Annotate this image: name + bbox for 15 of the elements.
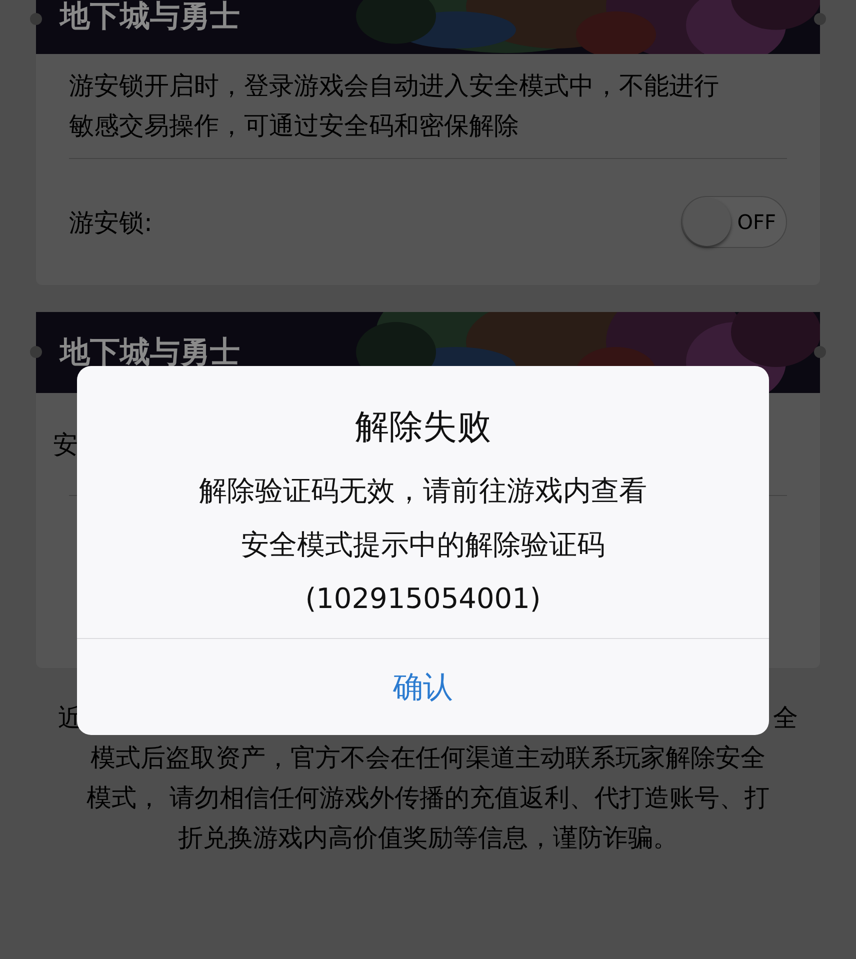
banner-notch-icon	[30, 13, 42, 25]
banner-notch-icon	[814, 346, 826, 358]
notice-text: 模式后盗取资产，官方不会在任何渠道主动联系玩家解除安全 模式， 请勿相信任何游戏外传播的充值返利、代打造账号、打 折兑换游戏内高价值奖励等信息，谨防诈骗。	[86, 742, 770, 854]
lock-toggle[interactable]: OFF	[681, 196, 787, 248]
confirm-button[interactable]: 确认	[77, 639, 769, 735]
banner-title: 地下城与勇士	[60, 334, 240, 372]
dialog-title: 解除失败	[355, 406, 491, 449]
setting-label: 游安锁:	[69, 206, 152, 238]
row-label: 安	[53, 428, 78, 460]
notice-text: 全	[773, 702, 798, 734]
banner-notch-icon	[814, 13, 826, 25]
banner-notch-icon	[30, 346, 42, 358]
dialog-message: 解除验证码无效，请前往游戏内查看 安全模式提示中的解除验证码 (102915054001)	[199, 473, 647, 617]
banner-title: 地下城与勇士	[60, 0, 240, 36]
lock-description: 游安锁开启时，登录游戏会自动进入安全模式中，不能进行 敏感交易操作，可通过安全码和密保解除	[69, 54, 787, 159]
